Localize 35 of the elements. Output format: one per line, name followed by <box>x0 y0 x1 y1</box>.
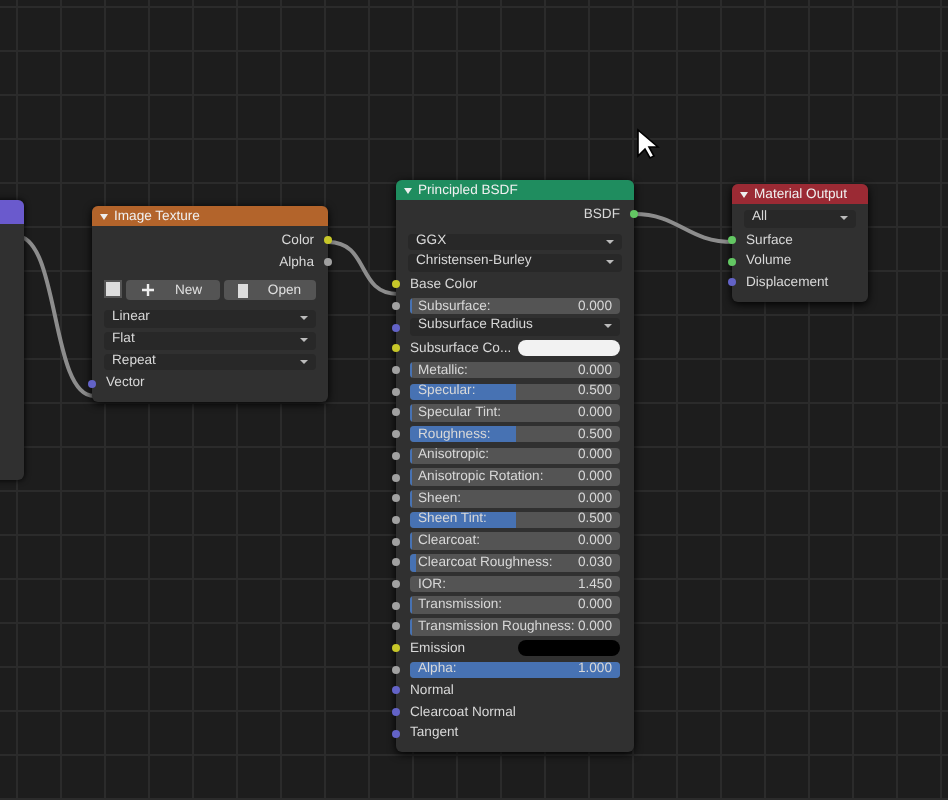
image-icon[interactable] <box>104 280 122 299</box>
collapse-icon[interactable] <box>404 187 412 193</box>
color-swatch[interactable] <box>518 340 620 357</box>
socket-icon[interactable] <box>728 257 736 266</box>
socket-icon[interactable] <box>392 451 400 460</box>
node-link <box>327 240 399 296</box>
socket-icon[interactable] <box>392 515 400 524</box>
plus-icon <box>142 284 155 297</box>
socket-icon[interactable] <box>392 408 400 417</box>
color-swatch[interactable] <box>518 640 620 657</box>
socket-icon[interactable] <box>392 665 400 674</box>
socket-icon[interactable] <box>392 473 400 482</box>
socket-icon[interactable] <box>324 257 332 266</box>
socket-icon[interactable] <box>392 558 400 567</box>
socket-icon[interactable] <box>392 579 400 588</box>
socket-icon[interactable] <box>392 302 400 311</box>
socket-icon[interactable] <box>392 537 400 546</box>
socket-icon[interactable] <box>392 280 400 289</box>
collapse-icon[interactable] <box>100 213 108 219</box>
node-link <box>633 212 735 244</box>
socket-icon[interactable] <box>324 236 332 245</box>
socket-icon[interactable] <box>392 494 400 503</box>
collapse-icon[interactable] <box>740 191 748 197</box>
socket-icon[interactable] <box>392 366 400 375</box>
principled-bsdf-node[interactable] <box>396 180 634 753</box>
socket-icon[interactable] <box>392 387 400 396</box>
socket-icon[interactable] <box>392 622 400 631</box>
socket-icon[interactable] <box>392 430 400 439</box>
socket-icon[interactable] <box>630 210 638 219</box>
socket-icon[interactable] <box>392 601 400 610</box>
socket-icon[interactable] <box>728 235 736 244</box>
socket-icon[interactable] <box>392 344 400 353</box>
mouse-cursor-icon <box>636 128 660 160</box>
socket-icon[interactable] <box>392 644 400 653</box>
document-icon <box>237 283 248 298</box>
